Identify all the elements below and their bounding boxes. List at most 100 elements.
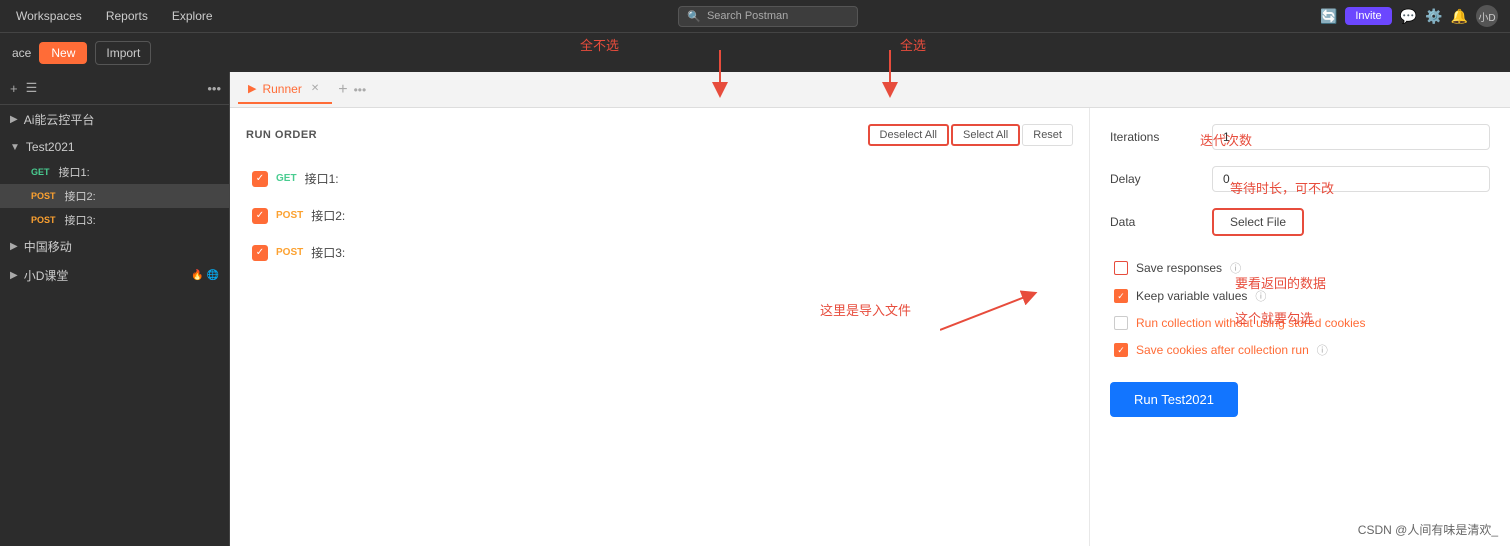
method-post-2: POST	[276, 210, 303, 221]
request-item-1: ✓ GET 接口1:	[246, 162, 1073, 195]
save-cookies-info[interactable]: ⓘ	[1317, 342, 1328, 358]
run-order-header: RUN ORDER Deselect All Select All Reset	[246, 124, 1073, 146]
arrow-icon-xiaod: ▶	[10, 270, 18, 281]
tab-bar: ▶ Runner ✕ + •••	[230, 72, 1510, 108]
search-icon: 🔍	[687, 10, 701, 23]
reset-btn[interactable]: Reset	[1022, 124, 1073, 146]
bell-icon: 🔔	[1451, 8, 1468, 25]
delay-row: Delay	[1110, 166, 1490, 192]
sidebar-item-test2021-label: Test2021	[26, 140, 219, 154]
nav-reports[interactable]: Reports	[102, 7, 152, 25]
sidebar: + ☰ ••• ▶ Ai能云控平台 ▼ Test2021 GET 接口1: PO…	[0, 72, 230, 546]
run-order-actions: Deselect All Select All Reset	[868, 124, 1073, 146]
req-name-3: 接口3:	[311, 244, 345, 261]
config-section: Iterations Delay Data Select File	[1090, 108, 1510, 546]
keep-variable-checkbox[interactable]: ✓	[1114, 289, 1128, 303]
nav-workspaces[interactable]: Workspaces	[12, 7, 86, 25]
request-item-2: ✓ POST 接口2:	[246, 199, 1073, 232]
runner-tab-label: Runner	[262, 82, 301, 96]
runner-tab[interactable]: ▶ Runner ✕	[238, 76, 332, 104]
new-button[interactable]: New	[39, 42, 87, 64]
sidebar-item-ai-label: Ai能云控平台	[24, 111, 219, 128]
import-button[interactable]: Import	[95, 41, 151, 65]
tab-close-btn[interactable]: ✕	[308, 82, 322, 95]
deselect-all-btn[interactable]: Deselect All	[868, 124, 949, 146]
run-without-cookies-row: Run collection without using stored cook…	[1110, 316, 1490, 330]
main-layout: + ☰ ••• ▶ Ai能云控平台 ▼ Test2021 GET 接口1: PO…	[0, 72, 1510, 546]
sidebar-item-test2021[interactable]: ▼ Test2021	[0, 134, 229, 160]
xiaod-icons: 🔥 🌐	[191, 270, 219, 281]
chat-icon: 💬	[1400, 8, 1417, 25]
get-method-badge: GET	[28, 166, 53, 178]
iterations-row: Iterations	[1110, 124, 1490, 150]
keep-variable-info[interactable]: ⓘ	[1255, 288, 1266, 304]
iterations-label: Iterations	[1110, 130, 1200, 144]
sidebar-sub-post3[interactable]: POST 接口3:	[0, 208, 229, 232]
arrow-icon-mobile: ▶	[10, 241, 18, 252]
second-nav: ace New Import	[0, 32, 1510, 72]
top-nav-right: 🔄 Invite 💬 ⚙️ 🔔 小D	[1320, 5, 1498, 27]
sidebar-item-china-mobile[interactable]: ▶ 中国移动	[0, 232, 229, 261]
sidebar-sub-get1[interactable]: GET 接口1:	[0, 160, 229, 184]
runner-panel: RUN ORDER Deselect All Select All Reset …	[230, 108, 1510, 546]
req-name-2: 接口2:	[311, 207, 345, 224]
checkbox-3[interactable]: ✓	[252, 245, 268, 261]
sidebar-item-xiaod[interactable]: ▶ 小D课堂 🔥 🌐	[0, 261, 229, 290]
save-responses-label: Save responses	[1136, 261, 1222, 275]
search-placeholder: Search Postman	[707, 10, 788, 22]
arrow-icon: ▶	[10, 114, 18, 125]
save-cookies-row: ✓ Save cookies after collection run ⓘ	[1110, 342, 1490, 358]
add-sidebar-icon[interactable]: +	[8, 79, 20, 98]
run-without-cookies-label: Run collection without using stored cook…	[1136, 316, 1365, 330]
data-row: Data Select File	[1110, 208, 1490, 236]
delay-input[interactable]	[1212, 166, 1490, 192]
sidebar-item-ai[interactable]: ▶ Ai能云控平台	[0, 105, 229, 134]
delay-label: Delay	[1110, 172, 1200, 186]
sidebar-toolbar: + ☰ •••	[0, 72, 229, 105]
request-item-3: ✓ POST 接口3:	[246, 236, 1073, 269]
post2-method-badge: POST	[28, 190, 59, 202]
tab-more-btn[interactable]: •••	[354, 83, 367, 97]
req-name-1: 接口1:	[305, 170, 339, 187]
post2-label: 接口2:	[65, 188, 96, 204]
tab-add-btn[interactable]: +	[332, 81, 353, 99]
settings-icon: ⚙️	[1425, 8, 1442, 25]
data-label: Data	[1110, 215, 1200, 229]
run-without-cookies-checkbox[interactable]	[1114, 316, 1128, 330]
save-cookies-checkbox[interactable]: ✓	[1114, 343, 1128, 357]
search-container: 🔍 Search Postman	[678, 6, 858, 27]
sidebar-item-xiaod-label: 小D课堂	[24, 267, 186, 284]
post3-label: 接口3:	[65, 212, 96, 228]
avatar: 小D	[1476, 5, 1498, 27]
run-order-section: RUN ORDER Deselect All Select All Reset …	[230, 108, 1090, 546]
space-label: ace	[12, 46, 31, 60]
sync-icon: 🔄	[1320, 8, 1337, 25]
keep-variable-row: ✓ Keep variable values ⓘ	[1110, 288, 1490, 304]
run-collection-btn[interactable]: Run Test2021	[1110, 382, 1238, 417]
avatar-label: 小D	[1478, 9, 1495, 24]
search-bar[interactable]: 🔍 Search Postman	[678, 6, 858, 27]
run-order-title: RUN ORDER	[246, 129, 317, 141]
filter-sidebar-icon[interactable]: ☰	[24, 78, 40, 98]
arrow-icon-down: ▼	[10, 142, 20, 153]
save-cookies-label: Save cookies after collection run	[1136, 343, 1309, 357]
nav-explore[interactable]: Explore	[168, 7, 217, 25]
sidebar-item-china-mobile-label: 中国移动	[24, 238, 219, 255]
sidebar-sub-post2[interactable]: POST 接口2:	[0, 184, 229, 208]
method-post-3: POST	[276, 247, 303, 258]
save-responses-info[interactable]: ⓘ	[1230, 260, 1241, 276]
iterations-input[interactable]	[1212, 124, 1490, 150]
watermark: CSDN @人间有味是清欢_	[1358, 521, 1498, 538]
sidebar-more-icon[interactable]: •••	[207, 81, 221, 96]
top-nav: Workspaces Reports Explore 🔍 Search Post…	[0, 0, 1510, 32]
get1-label: 接口1:	[59, 164, 90, 180]
select-all-btn[interactable]: Select All	[951, 124, 1020, 146]
invite-button[interactable]: Invite	[1345, 7, 1391, 25]
runner-tab-icon: ▶	[248, 82, 256, 95]
select-file-btn[interactable]: Select File	[1212, 208, 1304, 236]
checkbox-1[interactable]: ✓	[252, 171, 268, 187]
checkbox-2[interactable]: ✓	[252, 208, 268, 224]
save-responses-row: Save responses ⓘ	[1110, 260, 1490, 276]
post3-method-badge: POST	[28, 214, 59, 226]
save-responses-checkbox[interactable]	[1114, 261, 1128, 275]
